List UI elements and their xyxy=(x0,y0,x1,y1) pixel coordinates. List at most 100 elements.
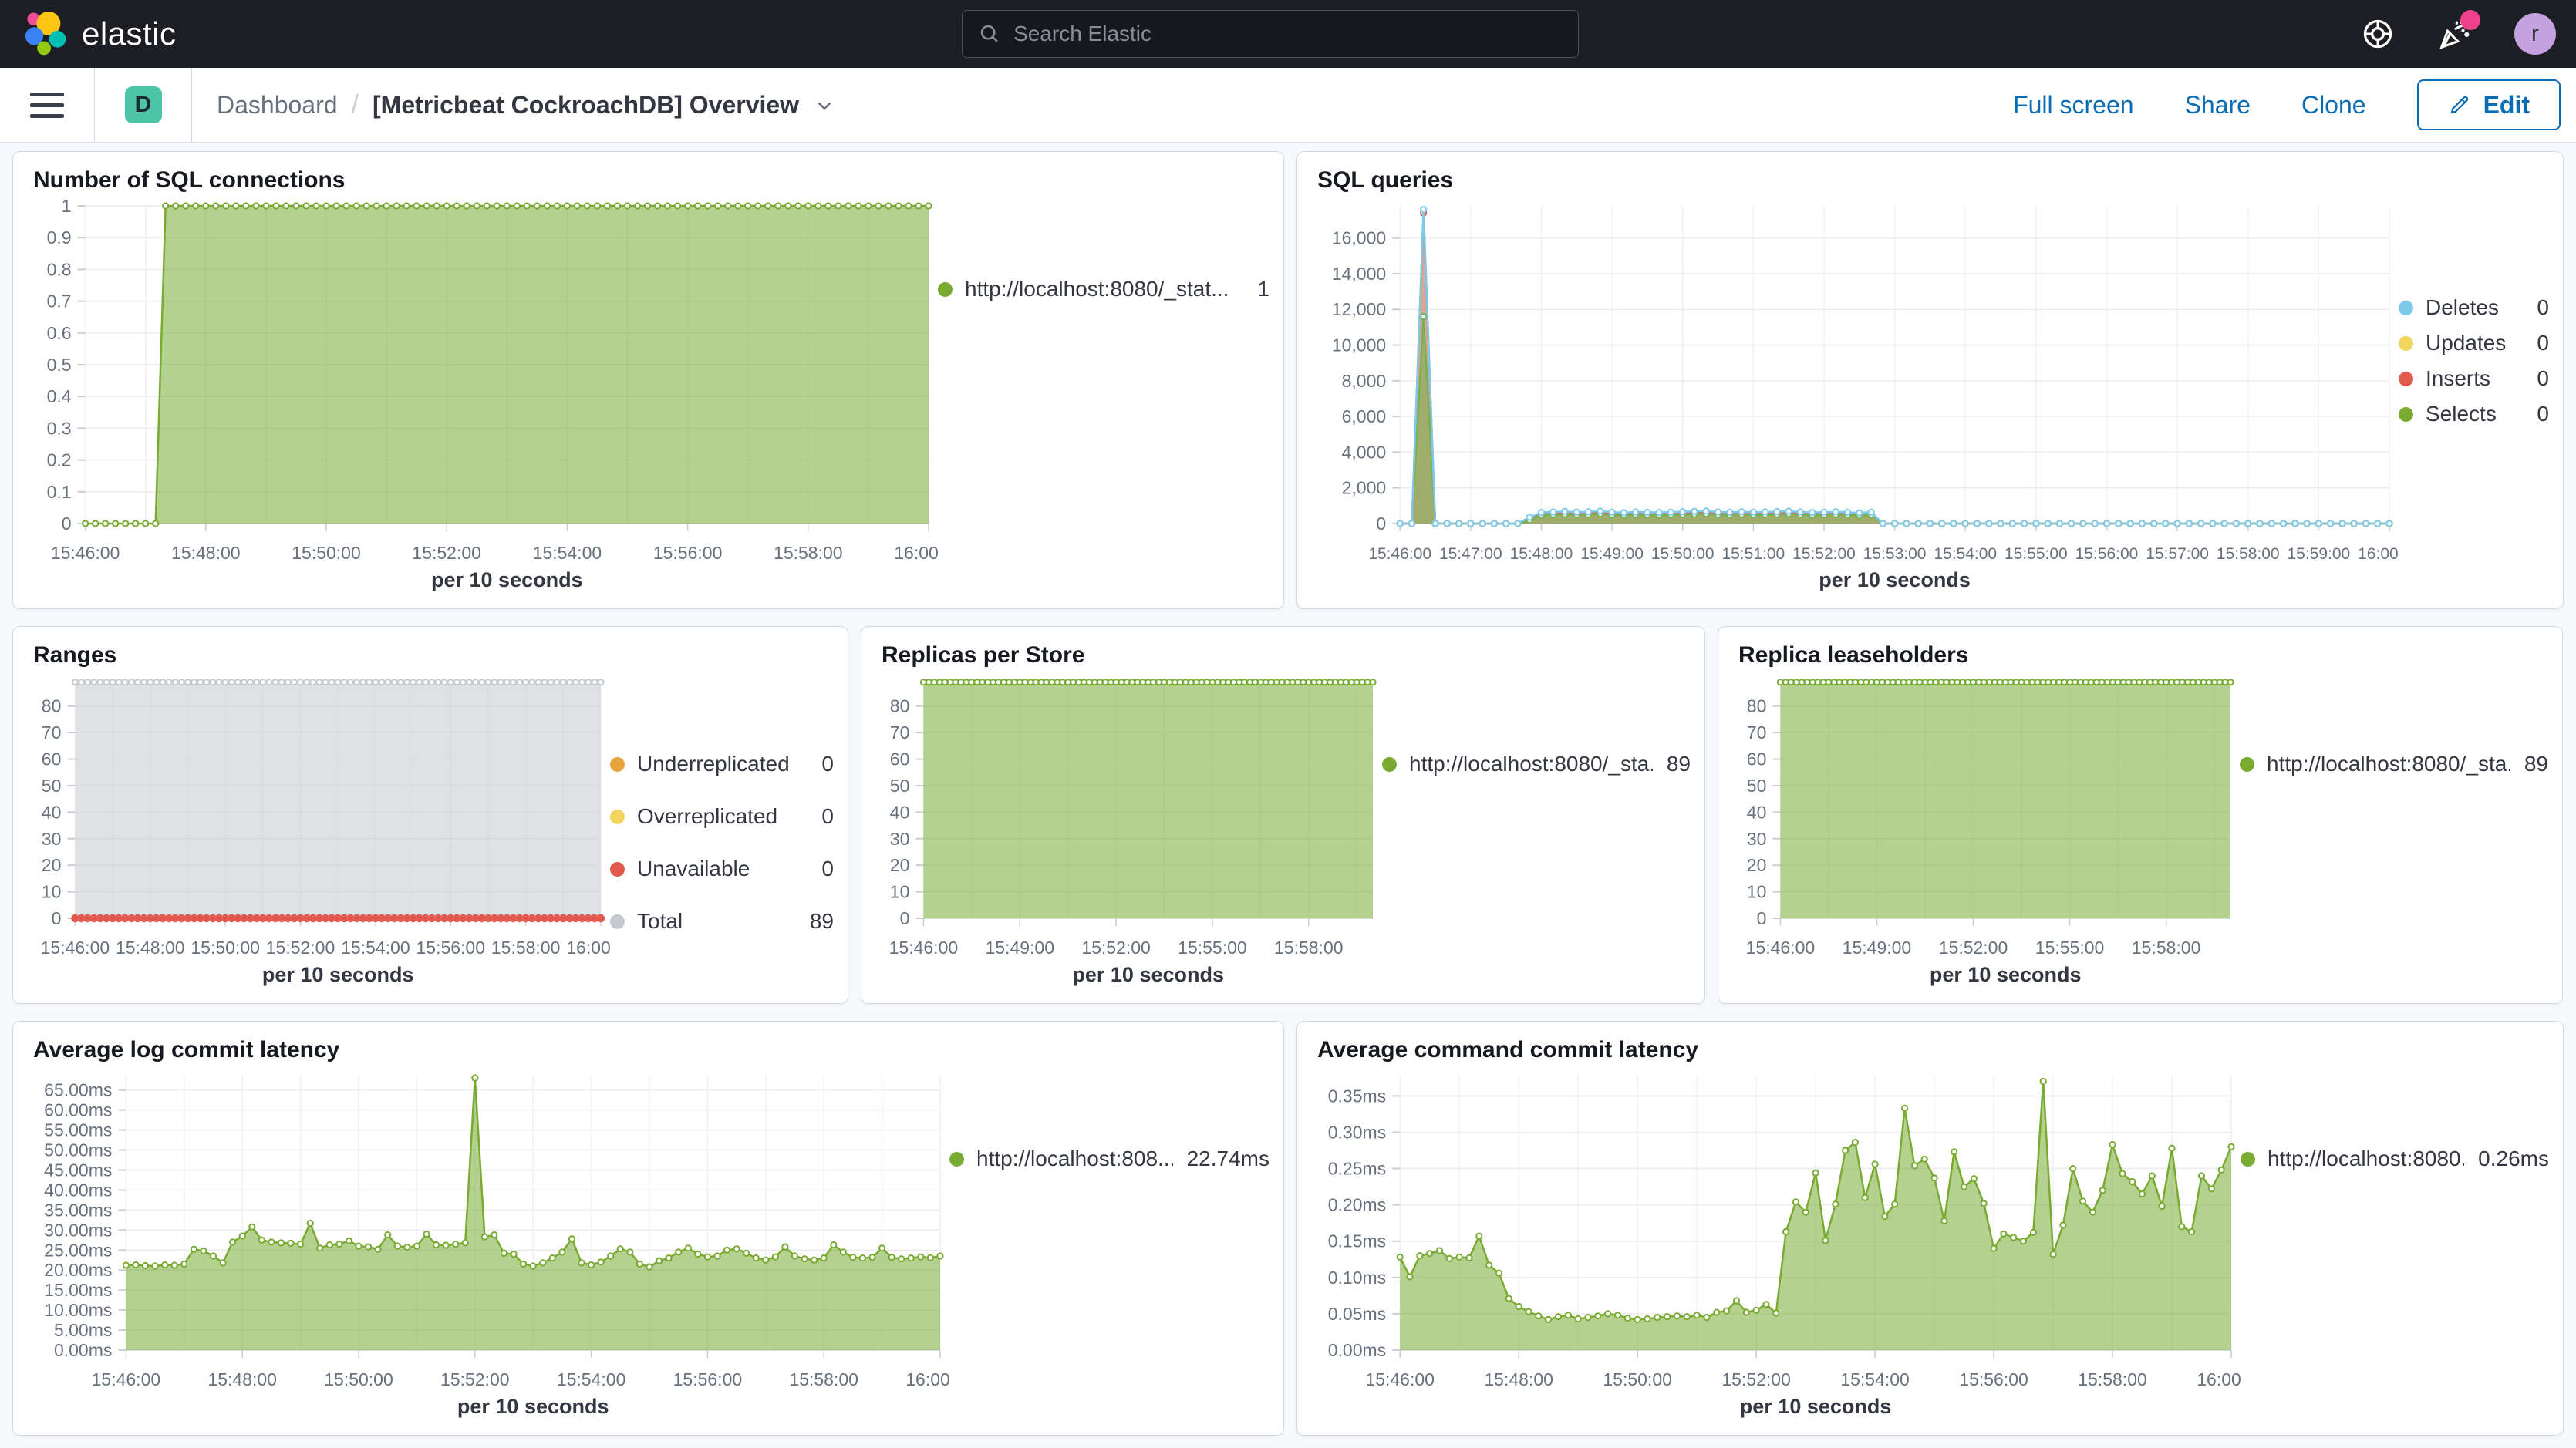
chart-ranges[interactable]: 0102030405060708015:46:0015:48:0015:50:0… xyxy=(27,668,610,992)
panel-title[interactable]: Average log commit latency xyxy=(27,1034,1269,1063)
legend-item[interactable]: http://localhost:8080/_sta... 89 xyxy=(2240,752,2548,776)
svg-text:40: 40 xyxy=(890,802,910,822)
legend-dot-icon xyxy=(610,914,625,929)
legend-label: http://localhost:8080/_sta... xyxy=(2267,752,2510,776)
legend-label: Inserts xyxy=(2426,366,2523,391)
title-menu-button[interactable] xyxy=(813,93,836,116)
legend-item[interactable]: http://localhost:808...22.74ms xyxy=(949,1147,1269,1171)
chart-replicas-per-store[interactable]: 0102030405060708015:46:0015:49:0015:52:0… xyxy=(875,668,1382,992)
chart-sql-queries[interactable]: 02,0004,0006,0008,00010,00012,00014,0001… xyxy=(1311,194,2399,598)
svg-text:16:00:00: 16:00:00 xyxy=(566,938,610,958)
legend-value: 89 xyxy=(810,909,834,934)
svg-text:60: 60 xyxy=(1747,749,1767,769)
clone-button[interactable]: Clone xyxy=(2301,91,2366,120)
svg-text:per 10 seconds: per 10 seconds xyxy=(262,963,414,986)
svg-text:70: 70 xyxy=(1747,722,1767,743)
svg-text:0.30ms: 0.30ms xyxy=(1328,1122,1386,1142)
legend-label: http://localhost:8080... xyxy=(2267,1147,2464,1171)
breadcrumb: Dashboard / [Metricbeat CockroachDB] Ove… xyxy=(217,90,836,120)
chart-legend: http://localhost:8080/_sta... 89 xyxy=(2240,668,2548,992)
svg-text:15:58:00: 15:58:00 xyxy=(491,938,561,958)
share-button[interactable]: Share xyxy=(2185,91,2251,120)
search-input[interactable] xyxy=(1013,22,1563,46)
svg-text:0.10ms: 0.10ms xyxy=(1328,1268,1386,1288)
legend-item[interactable]: http://localhost:8080... 0.26ms xyxy=(2241,1147,2549,1171)
svg-text:15:55:00: 15:55:00 xyxy=(2035,938,2105,958)
legend-item[interactable]: Total89 xyxy=(610,909,834,934)
svg-text:80: 80 xyxy=(42,696,62,716)
svg-text:15:50:00: 15:50:00 xyxy=(324,1369,393,1389)
panel-sql-queries: SQL queries 02,0004,0006,0008,00010,0001… xyxy=(1296,151,2564,609)
chart-avg-command-commit-latency[interactable]: 0.00ms0.05ms0.10ms0.15ms0.20ms0.25ms0.30… xyxy=(1311,1063,2241,1424)
legend-value: 0.26ms xyxy=(2478,1147,2549,1171)
legend-item[interactable]: Selects0 xyxy=(2399,402,2549,426)
svg-text:15:56:00: 15:56:00 xyxy=(416,938,485,958)
legend-dot-icon xyxy=(610,862,625,877)
panel-title[interactable]: SQL queries xyxy=(1311,164,2549,194)
svg-text:50: 50 xyxy=(1747,776,1767,796)
svg-text:0.35ms: 0.35ms xyxy=(1328,1086,1386,1106)
svg-text:0: 0 xyxy=(900,908,910,928)
global-search[interactable] xyxy=(962,10,1579,58)
svg-text:15:50:00: 15:50:00 xyxy=(1603,1369,1672,1389)
chart-avg-log-commit-latency[interactable]: 0.00ms5.00ms10.00ms15.00ms20.00ms25.00ms… xyxy=(27,1063,949,1424)
panel-replica-leaseholders: Replica leaseholders 0102030405060708015… xyxy=(1718,626,2563,1004)
legend-dot-icon xyxy=(1382,757,1397,772)
svg-text:40: 40 xyxy=(1747,802,1767,822)
legend-item[interactable]: http://localhost:8080/_sta...89 xyxy=(1382,752,1691,776)
svg-text:5.00ms: 5.00ms xyxy=(54,1320,112,1340)
svg-text:60.00ms: 60.00ms xyxy=(44,1100,112,1120)
panel-title[interactable]: Replica leaseholders xyxy=(1732,639,2548,668)
legend-item[interactable]: Overreplicated0 xyxy=(610,804,834,829)
svg-text:50: 50 xyxy=(42,776,62,796)
chart-legend: http://localhost:808...22.74ms xyxy=(949,1063,1269,1424)
panel-title[interactable]: Average command commit latency xyxy=(1311,1034,2549,1063)
svg-text:16:00:00: 16:00:00 xyxy=(905,1369,949,1389)
svg-text:50: 50 xyxy=(890,776,910,796)
svg-text:0.2: 0.2 xyxy=(47,450,72,470)
svg-text:10: 10 xyxy=(1747,882,1767,902)
whats-new-button[interactable] xyxy=(2437,16,2473,52)
svg-text:15:58:00: 15:58:00 xyxy=(2132,938,2201,958)
user-avatar[interactable]: r xyxy=(2514,13,2556,55)
panel-title[interactable]: Replicas per Store xyxy=(875,639,1691,668)
svg-text:50.00ms: 50.00ms xyxy=(44,1140,112,1160)
panel-title[interactable]: Number of SQL connections xyxy=(27,164,1269,194)
legend-item[interactable]: Updates0 xyxy=(2399,331,2549,355)
legend-item[interactable]: Underreplicated0 xyxy=(610,752,834,776)
svg-text:15:48:00: 15:48:00 xyxy=(1510,545,1573,563)
full-screen-button[interactable]: Full screen xyxy=(2013,91,2134,120)
svg-text:65.00ms: 65.00ms xyxy=(44,1080,112,1100)
legend-dot-icon xyxy=(2399,336,2413,351)
breadcrumb-dashboard-link[interactable]: Dashboard xyxy=(217,91,338,120)
chart-legend: http://localhost:8080/_stat...1 xyxy=(938,194,1269,598)
help-button[interactable] xyxy=(2360,16,2396,52)
svg-text:per 10 seconds: per 10 seconds xyxy=(1819,568,1971,591)
edit-button[interactable]: Edit xyxy=(2417,79,2561,130)
svg-text:0.1: 0.1 xyxy=(47,482,72,502)
dashboard-badge[interactable]: D xyxy=(125,86,162,123)
menu-button[interactable] xyxy=(0,68,94,142)
svg-text:15:46:00: 15:46:00 xyxy=(51,543,120,563)
legend-value: 89 xyxy=(2524,752,2548,776)
panel-title[interactable]: Ranges xyxy=(27,639,834,668)
svg-text:15:58:00: 15:58:00 xyxy=(2078,1369,2147,1389)
legend-item[interactable]: http://localhost:8080/_stat...1 xyxy=(938,277,1269,301)
breadcrumb-separator: / xyxy=(352,90,359,120)
legend-item[interactable]: Unavailable0 xyxy=(610,857,834,881)
svg-text:15:56:00: 15:56:00 xyxy=(1959,1369,2028,1389)
svg-text:10.00ms: 10.00ms xyxy=(44,1300,112,1320)
elastic-brand[interactable]: elastic xyxy=(0,10,177,58)
legend-value: 0 xyxy=(2537,402,2549,426)
app-header: elastic r xyxy=(0,0,2576,68)
legend-item[interactable]: Inserts0 xyxy=(2399,366,2549,391)
legend-dot-icon xyxy=(2399,372,2413,386)
legend-item[interactable]: Deletes0 xyxy=(2399,295,2549,320)
svg-text:15:52:00: 15:52:00 xyxy=(1939,938,2008,958)
chart-sql-connections[interactable]: 00.10.20.30.40.50.60.70.80.9115:46:0015:… xyxy=(27,194,938,598)
svg-text:per 10 seconds: per 10 seconds xyxy=(457,1395,609,1418)
svg-text:15.00ms: 15.00ms xyxy=(44,1280,112,1300)
chart-replica-leaseholders[interactable]: 0102030405060708015:46:0015:49:0015:52:0… xyxy=(1732,668,2240,992)
svg-text:15:49:00: 15:49:00 xyxy=(1843,938,1912,958)
svg-text:15:46:00: 15:46:00 xyxy=(889,938,959,958)
